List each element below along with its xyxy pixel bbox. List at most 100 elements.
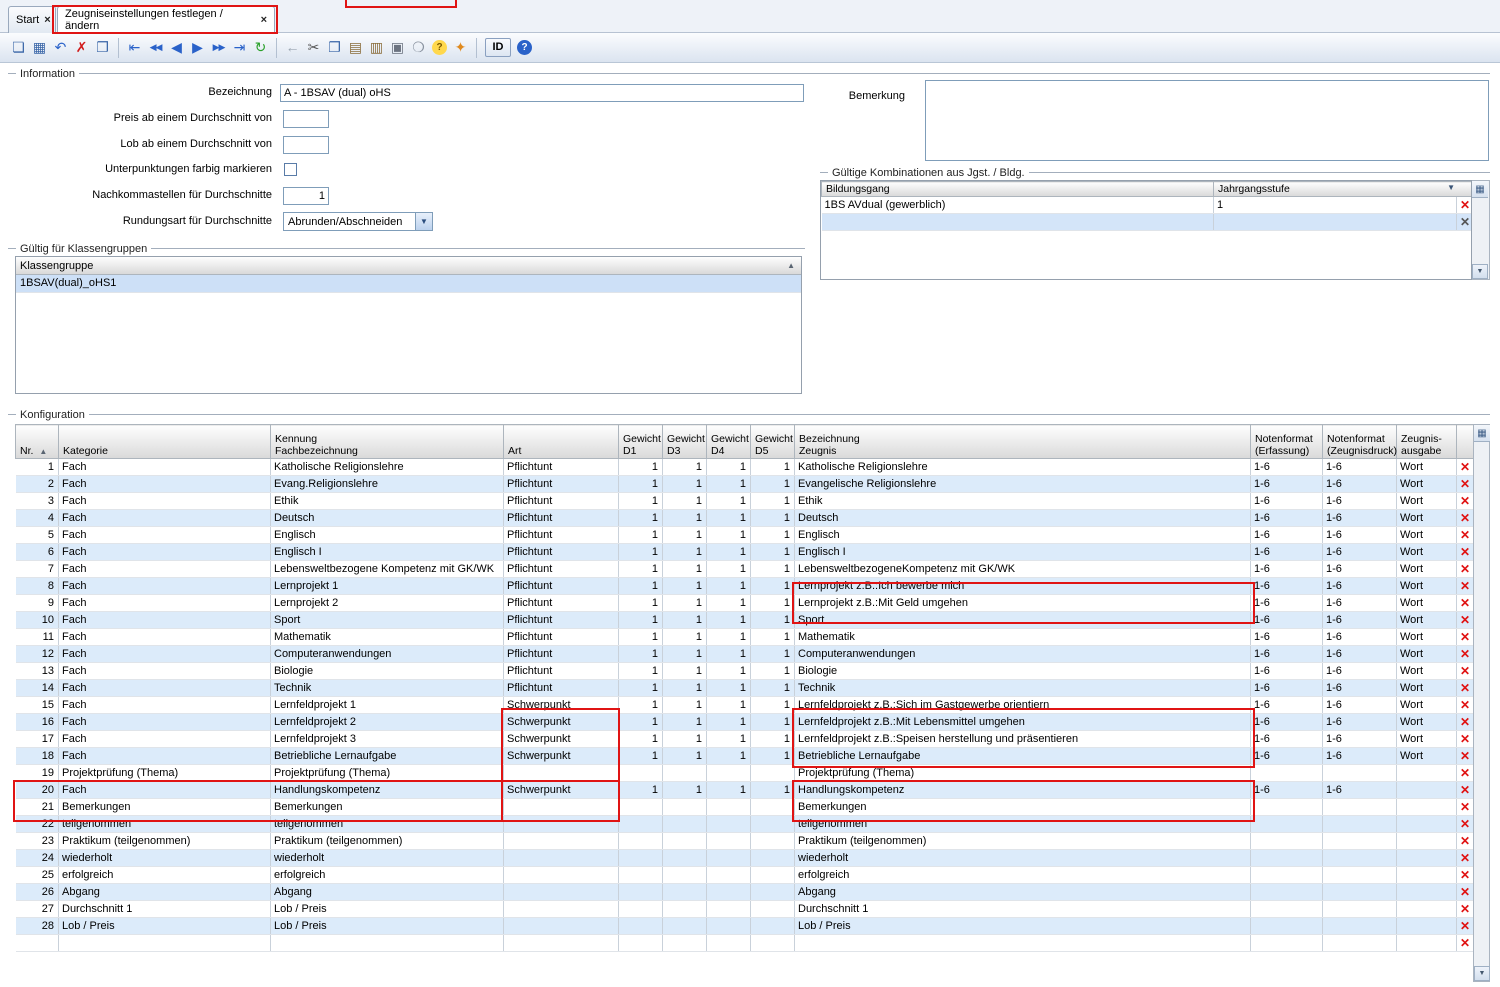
column-header-klassengruppe[interactable]: Klassengruppe ▲ — [16, 257, 801, 275]
konfig-row[interactable]: 9FachLernprojekt 2Pflichtunt1111Lernproj… — [16, 595, 1474, 612]
column-header-notenformat-druck[interactable]: Notenformat (Zeugnisdruck) — [1323, 425, 1397, 459]
column-header-kennung[interactable]: Kennung Fachbezeichnung — [271, 425, 504, 459]
column-header-gewicht-d3[interactable]: Gewicht D3 — [663, 425, 707, 459]
delete-row-button[interactable]: ✕ — [1457, 459, 1474, 476]
delete-row-button[interactable]: ✕ — [1457, 561, 1474, 578]
delete-row-button[interactable]: ✕ — [1457, 646, 1474, 663]
fast-back-icon[interactable]: ◀◀ — [145, 37, 166, 58]
kombination-row[interactable]: ✕ — [822, 214, 1473, 231]
column-header-jahrgangsstufe[interactable]: Jahrgangsstufe▼ — [1214, 182, 1473, 197]
first-record-icon[interactable]: ⇤ — [124, 37, 145, 58]
close-icon[interactable]: × — [261, 14, 267, 26]
konfig-row[interactable]: 10FachSportPflichtunt1111Sport1-61-6Wort… — [16, 612, 1474, 629]
delete-row-button[interactable]: ✕ — [1457, 544, 1474, 561]
delete-row-button[interactable]: ✕ — [1457, 510, 1474, 527]
delete-row-button[interactable]: ✕ — [1457, 765, 1474, 782]
chevron-down-icon[interactable]: ▼ — [415, 213, 432, 230]
column-header-art[interactable]: Art — [504, 425, 619, 459]
delete-record-icon[interactable]: ✗ — [71, 37, 92, 58]
chevron-down-icon[interactable]: ▼ — [1447, 183, 1455, 192]
bemerkung-textarea[interactable] — [925, 80, 1489, 161]
hint-icon[interactable]: ? — [432, 40, 447, 55]
delete-row-button[interactable]: ✕ — [1457, 595, 1474, 612]
preis-input[interactable] — [283, 110, 329, 128]
next-record-icon[interactable]: ▶ — [187, 37, 208, 58]
konfig-row[interactable]: 12FachComputeranwendungenPflichtunt1111C… — [16, 646, 1474, 663]
delete-row-button[interactable]: ✕ — [1457, 680, 1474, 697]
delete-row-button[interactable]: ✕ — [1457, 527, 1474, 544]
konfig-row[interactable]: ✕ — [16, 935, 1474, 952]
konfig-row[interactable]: 18FachBetriebliche LernaufgabeSchwerpunk… — [16, 748, 1474, 765]
delete-row-button[interactable]: ✕ — [1457, 799, 1474, 816]
konfig-row[interactable]: 13FachBiologiePflichtunt1111Biologie1-61… — [16, 663, 1474, 680]
previous-record-icon[interactable]: ◀ — [166, 37, 187, 58]
delete-row-button[interactable]: ✕ — [1457, 629, 1474, 646]
last-record-icon[interactable]: ⇥ — [229, 37, 250, 58]
konfig-row[interactable]: 11FachMathematikPflichtunt1111Mathematik… — [16, 629, 1474, 646]
column-chooser-button[interactable]: ▦ — [1472, 181, 1488, 198]
refresh-icon[interactable]: ↻ — [250, 37, 271, 58]
back-arrow-icon[interactable]: ← — [282, 37, 303, 58]
konfig-row[interactable]: 7FachLebensweltbezogene Kompetenz mit GK… — [16, 561, 1474, 578]
scroll-down-button[interactable]: ▼ — [1472, 264, 1488, 279]
column-header-gewicht-d4[interactable]: Gewicht D4 — [707, 425, 751, 459]
column-header-nr[interactable]: Nr.▲ — [16, 425, 59, 459]
delete-row-button[interactable]: ✕ — [1457, 748, 1474, 765]
delete-row-button[interactable]: ✕ — [1457, 884, 1474, 901]
kombinationen-scrollbar[interactable]: ▦ ▼ — [1472, 180, 1490, 280]
nachkommastellen-input[interactable] — [283, 187, 329, 205]
delete-row-button[interactable]: ✕ — [1457, 850, 1474, 867]
undo-icon[interactable]: ↶ — [50, 37, 71, 58]
lob-input[interactable] — [283, 136, 329, 154]
konfig-row[interactable]: 1FachKatholische ReligionslehrePflichtun… — [16, 459, 1474, 476]
print-icon[interactable]: ▣ — [387, 37, 408, 58]
konfiguration-scrollbar[interactable]: ▦ ▼ — [1473, 424, 1490, 982]
bezeichnung-input[interactable] — [280, 84, 804, 102]
konfig-row[interactable]: 2FachEvang.ReligionslehrePflichtunt1111E… — [16, 476, 1474, 493]
column-header-bildungsgang[interactable]: Bildungsgang — [822, 182, 1214, 197]
duplicate-record-icon[interactable]: ❐ — [92, 37, 113, 58]
delete-row-button[interactable]: ✕ — [1457, 214, 1473, 231]
konfig-row[interactable]: 19Projektprüfung (Thema)Projektprüfung (… — [16, 765, 1474, 782]
konfig-row[interactable]: 15FachLernfeldprojekt 1Schwerpunkt1111Le… — [16, 697, 1474, 714]
paste-special-icon[interactable]: ▥ — [366, 37, 387, 58]
tab-zeugniseinstellungen[interactable]: Zeugniseinstellungen festlegen / ändern … — [57, 6, 275, 33]
scroll-down-button[interactable]: ▼ — [1474, 966, 1490, 981]
delete-row-button[interactable]: ✕ — [1457, 714, 1474, 731]
delete-row-button[interactable]: ✕ — [1457, 867, 1474, 884]
column-header-gewicht-d1[interactable]: Gewicht D1 — [619, 425, 663, 459]
konfig-row[interactable]: 20FachHandlungskompetenzSchwerpunkt1111H… — [16, 782, 1474, 799]
konfig-row[interactable]: 24wiederholtwiederholtwiederholt✕ — [16, 850, 1474, 867]
konfig-row[interactable]: 14FachTechnikPflichtunt1111Technik1-61-6… — [16, 680, 1474, 697]
konfig-row[interactable]: 17FachLernfeldprojekt 3Schwerpunkt1111Le… — [16, 731, 1474, 748]
paste-icon[interactable]: ▤ — [345, 37, 366, 58]
konfig-row[interactable]: 21BemerkungenBemerkungenBemerkungen✕ — [16, 799, 1474, 816]
delete-row-button[interactable]: ✕ — [1457, 197, 1473, 214]
klassengruppe-row[interactable]: 1BSAV(dual)_oHS1 — [16, 275, 801, 293]
tab-start[interactable]: Start × — [8, 6, 56, 33]
new-record-icon[interactable]: ❏ — [8, 37, 29, 58]
delete-row-button[interactable]: ✕ — [1457, 612, 1474, 629]
delete-row-button[interactable]: ✕ — [1457, 493, 1474, 510]
kombination-row[interactable]: 1BS AVdual (gewerblich)1✕ — [822, 197, 1473, 214]
unterpunktungen-checkbox[interactable] — [284, 163, 297, 176]
delete-row-button[interactable]: ✕ — [1457, 918, 1474, 935]
konfig-row[interactable]: 25erfolgreicherfolgreicherfolgreich✕ — [16, 867, 1474, 884]
konfig-row[interactable]: 3FachEthikPflichtunt1111Ethik1-61-6Wort✕ — [16, 493, 1474, 510]
konfig-row[interactable]: 27Durchschnitt 1Lob / PreisDurchschnitt … — [16, 901, 1474, 918]
konfig-row[interactable]: 28Lob / PreisLob / PreisLob / Preis✕ — [16, 918, 1474, 935]
konfig-row[interactable]: 22teilgenommenteilgenommenteilgenommen✕ — [16, 816, 1474, 833]
sort-asc-icon[interactable]: ▲ — [787, 261, 795, 270]
close-icon[interactable]: × — [44, 14, 50, 26]
cut-icon[interactable]: ✂ — [303, 37, 324, 58]
delete-row-button[interactable]: ✕ — [1457, 663, 1474, 680]
konfig-row[interactable]: 16FachLernfeldprojekt 2Schwerpunkt1111Le… — [16, 714, 1474, 731]
delete-row-button[interactable]: ✕ — [1457, 476, 1474, 493]
delete-row-button[interactable]: ✕ — [1457, 901, 1474, 918]
fast-forward-icon[interactable]: ▶▶ — [208, 37, 229, 58]
konfig-row[interactable]: 23Praktikum (teilgenommen)Praktikum (tei… — [16, 833, 1474, 850]
column-header-gewicht-d5[interactable]: Gewicht D5 — [751, 425, 795, 459]
delete-row-button[interactable]: ✕ — [1457, 833, 1474, 850]
delete-row-button[interactable]: ✕ — [1457, 816, 1474, 833]
column-chooser-button[interactable]: ▦ — [1474, 425, 1490, 442]
